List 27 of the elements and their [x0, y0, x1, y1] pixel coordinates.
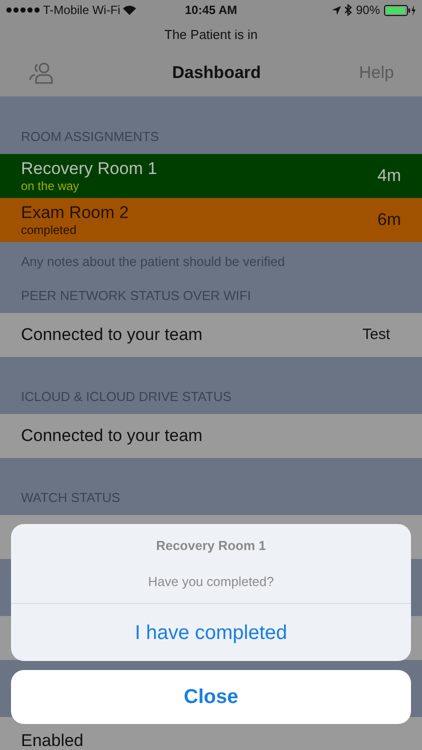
sheet-title: Recovery Room 1 [156, 537, 266, 555]
bluetooth-icon [344, 4, 352, 16]
battery-charging-icon [384, 4, 416, 16]
nav-title: Dashboard [172, 62, 261, 84]
status-text: Connected to your team [21, 425, 202, 448]
people-icon[interactable] [28, 61, 54, 85]
elapsed-time: 4m [377, 165, 401, 188]
carrier-name: T-Mobile Wi-Fi [43, 2, 120, 19]
status-text: Enabled [21, 730, 84, 750]
status-value: Test [362, 324, 390, 345]
close-button[interactable]: Close [11, 670, 411, 724]
status-text: Connected to your team [21, 324, 202, 346]
wifi-icon [123, 5, 136, 15]
location-icon [332, 6, 341, 14]
room-name: Exam Room 2 [21, 202, 129, 224]
room-status: completed [21, 223, 78, 238]
room-row[interactable]: Recovery Room 1 on the way 4m [0, 154, 422, 198]
room-row[interactable]: Exam Room 2 completed 6m [0, 198, 422, 242]
room-status: on the way [21, 179, 80, 194]
battery-percent: 90% [356, 2, 380, 19]
room-name: Recovery Room 1 [21, 158, 158, 180]
banner-text: The Patient is in [164, 26, 258, 44]
elapsed-time: 6m [377, 209, 401, 232]
signal-icon [6, 7, 40, 13]
sheet-message: Have you completed? [148, 572, 274, 591]
clock-time: 10:45 AM [184, 2, 238, 19]
complete-button[interactable]: I have completed [11, 604, 411, 661]
